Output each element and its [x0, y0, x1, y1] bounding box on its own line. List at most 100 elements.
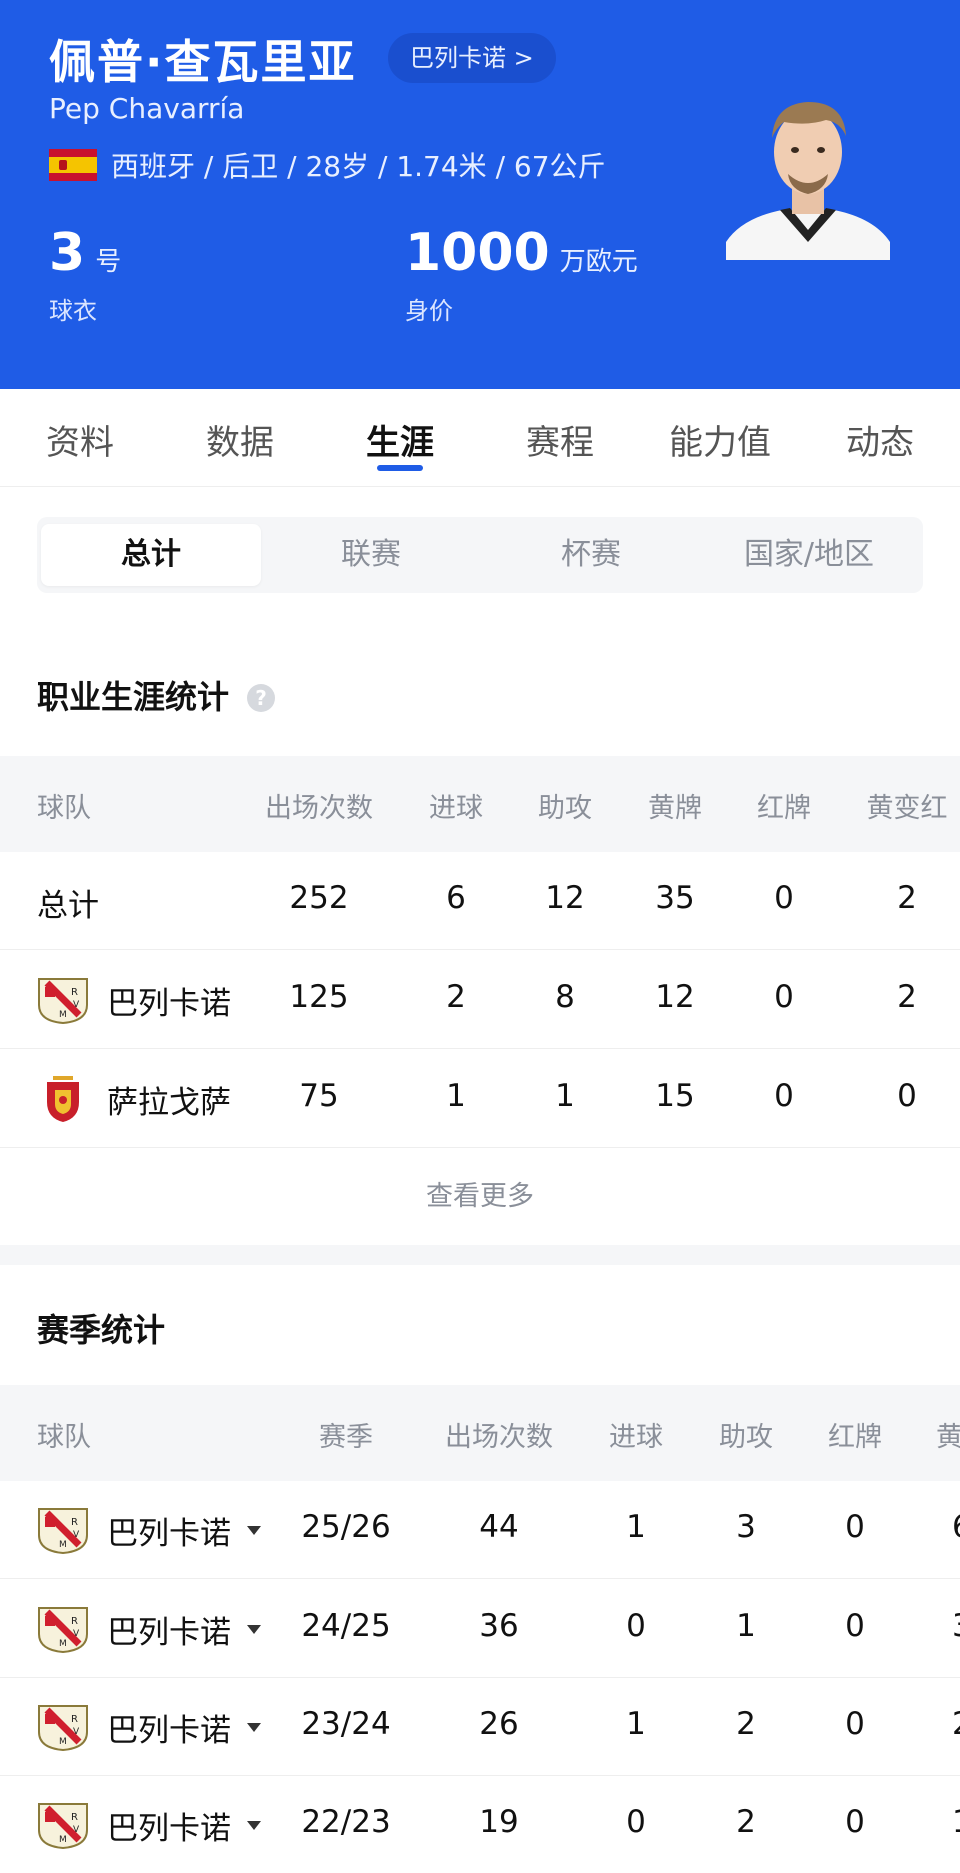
caret-down-icon[interactable]	[247, 1820, 261, 1830]
svg-text:V: V	[73, 1000, 80, 1010]
yellow-value-partial: 6	[952, 1509, 960, 1545]
col-goals: 进球	[429, 793, 483, 824]
player-meta-text: 西班牙 / 后卫 / 28岁 / 1.74米 / 67公斤	[111, 150, 606, 183]
table-row[interactable]: 总计 252 6 12 35 0 2	[0, 852, 960, 950]
svg-text:R: R	[71, 1616, 78, 1627]
apps-value: 19	[479, 1804, 519, 1840]
col-goals: 进球	[609, 1422, 663, 1453]
segment-league[interactable]: 联赛	[261, 524, 481, 586]
table-row[interactable]: RVM 巴列卡诺 22/23 19 0 2 0 1	[0, 1776, 960, 1873]
team-name: 巴列卡诺	[107, 1712, 231, 1749]
col-assists: 助攻	[538, 793, 592, 824]
jersey-unit: 号	[95, 247, 122, 277]
jersey-number: 3	[49, 223, 86, 283]
season-value: 23/24	[301, 1706, 391, 1742]
yellow-value-partial: 3	[952, 1608, 960, 1644]
team-cell: 萨拉戈萨	[37, 1074, 231, 1124]
caret-down-icon[interactable]	[247, 1722, 261, 1732]
assists-value: 1	[736, 1608, 756, 1644]
apps-value: 252	[289, 880, 349, 916]
player-header: 佩普·查瓦里亚 巴列卡诺 > Pep Chavarría 西班牙 / 后卫 / …	[0, 0, 960, 389]
team-cell[interactable]: R V M 巴列卡诺	[37, 1604, 261, 1654]
jersey-label: 球衣	[49, 297, 97, 325]
tab-career[interactable]: 生涯	[366, 415, 434, 464]
segment-national[interactable]: 国家/地区	[699, 524, 919, 586]
team-cell[interactable]: R V M 巴列卡诺	[37, 1800, 261, 1850]
team-name: 巴列卡诺	[107, 1515, 231, 1552]
goals-value: 1	[446, 1078, 466, 1114]
question-icon[interactable]: ?	[247, 684, 276, 712]
svg-text:R: R	[71, 1714, 78, 1725]
table-row[interactable]: RVM 巴列卡诺 25/26 44 1 3 0 6	[0, 1481, 960, 1579]
red-value: 0	[845, 1706, 865, 1742]
goals-value: 6	[446, 880, 466, 916]
apps-value: 36	[479, 1608, 519, 1644]
svg-text:R: R	[71, 1517, 78, 1528]
svg-text:V: V	[73, 1530, 80, 1540]
col-season: 赛季	[319, 1422, 373, 1453]
table-row[interactable]: RVM 巴列卡诺 24/25 36 0 1 0 3	[0, 1580, 960, 1678]
col-second-yellow: 黄变红	[866, 793, 948, 824]
tab-ability[interactable]: 能力值	[669, 415, 771, 464]
apps-value: 44	[479, 1509, 519, 1545]
second-yellow-value: 2	[897, 979, 917, 1015]
caret-down-icon[interactable]	[247, 1624, 261, 1634]
team-cell[interactable]: R V M 巴列卡诺	[37, 1505, 261, 1555]
season-value: 22/23	[301, 1804, 391, 1840]
player-name-en: Pep Chavarría	[49, 92, 245, 125]
table-row[interactable]: R V M 巴列卡诺 125 2 8 12 0 2	[0, 951, 960, 1049]
tab-schedule[interactable]: 赛程	[526, 415, 594, 464]
red-value: 0	[845, 1509, 865, 1545]
goals-value: 0	[626, 1804, 646, 1840]
svg-text:R: R	[71, 987, 78, 998]
svg-text:M: M	[59, 1639, 67, 1649]
red-value: 0	[774, 979, 794, 1015]
rayo-vallecano-badge-icon: RVM	[38, 1607, 88, 1654]
table-row[interactable]: 萨拉戈萨 75 1 1 15 0 0	[0, 1050, 960, 1148]
value-stat: 1000 万欧元 身价	[405, 225, 638, 326]
tab-data[interactable]: 数据	[206, 415, 274, 464]
team-name: 总计	[37, 888, 99, 924]
col-red: 红牌	[828, 1422, 882, 1453]
second-yellow-value: 0	[897, 1078, 917, 1114]
competition-filter: 总计 联赛 杯赛 国家/地区	[37, 517, 923, 593]
apps-value: 75	[299, 1078, 339, 1114]
svg-text:M: M	[59, 1540, 67, 1550]
second-yellow-value: 2	[897, 880, 917, 916]
player-name-cn: 佩普·查瓦里亚	[49, 35, 357, 89]
club-link-button[interactable]: 巴列卡诺 >	[388, 33, 556, 83]
caret-down-icon[interactable]	[247, 1525, 261, 1535]
season-section-title: 赛季统计	[37, 1311, 166, 1349]
season-value: 24/25	[301, 1608, 391, 1644]
active-tab-indicator	[377, 465, 423, 471]
zaragoza-badge-icon	[47, 1076, 79, 1122]
season-table-header: 球队 赛季 出场次数 进球 助攻 红牌 黄	[0, 1385, 960, 1481]
apps-value: 26	[479, 1706, 519, 1742]
career-title-text: 职业生涯统计	[37, 678, 230, 716]
assists-value: 3	[736, 1509, 756, 1545]
player-avatar	[726, 102, 890, 260]
career-section-title: 职业生涯统计?	[37, 672, 276, 718]
assists-value: 8	[555, 979, 575, 1015]
team-name: 巴列卡诺	[107, 985, 231, 1022]
segment-total[interactable]: 总计	[41, 524, 261, 586]
see-more-button[interactable]: 查看更多	[0, 1149, 960, 1245]
table-row[interactable]: RVM 巴列卡诺 23/24 26 1 2 0 2	[0, 1678, 960, 1776]
assists-value: 1	[555, 1078, 575, 1114]
tab-news[interactable]: 动态	[846, 415, 914, 464]
rayo-vallecano-badge-icon: RVM	[38, 1508, 88, 1555]
apps-value: 125	[289, 979, 349, 1015]
rayo-vallecano-badge-icon: RVM	[38, 1803, 88, 1850]
season-value: 25/26	[301, 1509, 391, 1545]
team-cell[interactable]: R V M 巴列卡诺	[37, 1702, 261, 1752]
tab-profile[interactable]: 资料	[46, 415, 114, 464]
red-value: 0	[774, 1078, 794, 1114]
col-team: 球队	[37, 793, 91, 824]
svg-text:M: M	[59, 1835, 67, 1845]
col-yellow: 黄牌	[648, 793, 702, 824]
svg-text:M: M	[59, 1010, 67, 1020]
segment-cup[interactable]: 杯赛	[481, 524, 701, 586]
market-value-unit: 万欧元	[559, 247, 638, 277]
svg-text:V: V	[73, 1727, 80, 1737]
section-divider	[0, 1245, 960, 1265]
